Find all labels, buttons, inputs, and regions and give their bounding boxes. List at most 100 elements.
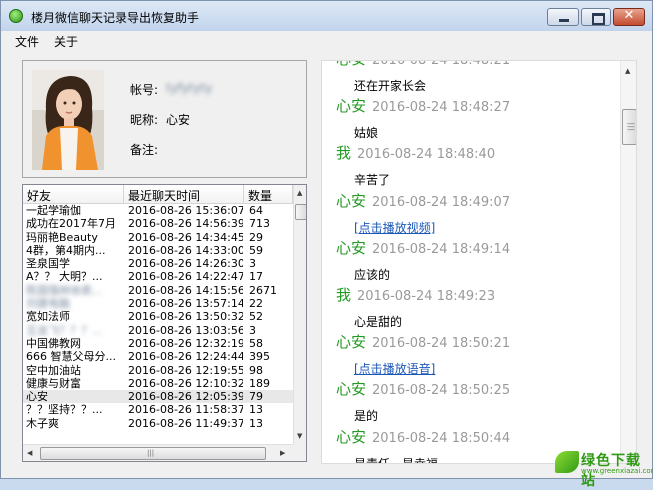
contact-name: 4群，第4期内... [26, 243, 106, 257]
chat-message: 心安 2016-08-24 18:50:25 是的 [336, 378, 626, 424]
message-text: 是的 [354, 409, 379, 424]
chat-message: 我 2016-08-24 18:48:40 辛苦了 [336, 142, 626, 188]
message-sender: 我 [336, 144, 352, 163]
table-row[interactable]: 木子爽 2016-08-26 11:49:37 13 [23, 417, 293, 430]
minimize-icon [559, 19, 569, 22]
contact-name: 木子爽 [26, 416, 59, 430]
message-text: 应该的 [354, 267, 391, 282]
message-timestamp: 2016-08-24 18:48:27 [372, 100, 511, 116]
menu-file[interactable]: 文件 [15, 33, 39, 50]
chat-panel[interactable]: 心安2016-08-24 18:48:21还在开家长会心安2016-08-24 … [321, 60, 637, 464]
contact-name: 健康与财富 [26, 376, 81, 390]
message-text: 姑娘 [354, 126, 379, 141]
chat-vscrollbar[interactable]: ▲ — — — [620, 61, 636, 463]
message-timestamp: 2016-08-24 18:49:23 [357, 289, 496, 304]
menu-bar: 文件 关于 [1, 31, 652, 51]
contact-message-count: 13 [249, 403, 263, 417]
contact-last-chat-time: 2016-08-26 14:26:30 [128, 257, 243, 271]
table-row[interactable]: 成功在2017年7月 2016-08-26 14:56:39 713 [23, 217, 293, 230]
contact-message-count: 3 [249, 323, 256, 337]
contact-name: A？？ 大明？... [26, 270, 103, 284]
contact-list-vscrollbar[interactable]: ▲ ▼ [293, 185, 306, 444]
column-header-last-chat[interactable]: 最近聊天时间 [124, 185, 244, 204]
contact-message-count: 13 [249, 416, 263, 430]
media-play-link[interactable]: [点击播放视频] [354, 219, 626, 236]
contact-message-count: 395 [249, 350, 270, 364]
table-row[interactable]: 中国佛教网 2016-08-26 12:32:19 58 [23, 337, 293, 350]
contact-last-chat-time: 2016-08-26 14:34:45 [128, 230, 243, 244]
media-play-link[interactable]: [点击播放语音] [354, 360, 626, 377]
contact-last-chat-time: 2016-08-26 11:49:37 [128, 416, 243, 430]
grip-icon: ||| [147, 449, 155, 457]
nickname-label: 昵称: [130, 113, 159, 127]
table-row[interactable]: 刘建电脑 2016-08-26 13:57:14 22 [23, 297, 293, 310]
contact-message-count: 98 [249, 363, 263, 377]
message-text: 心是甜的 [354, 315, 403, 329]
table-row[interactable]: 心安 2016-08-26 12:05:39 79 [23, 390, 293, 404]
message-header: 心安 2016-08-24 18:49:14 [336, 237, 626, 258]
table-row[interactable]: 宽如法师 2016-08-26 13:50:32 52 [23, 310, 293, 323]
message-text: 辛苦了 [354, 173, 391, 188]
message-timestamp: 2016-08-24 18:48:40 [357, 147, 496, 163]
contact-name: 圣泉国学 [26, 257, 70, 271]
table-row[interactable]: 666 智慧父母分... 2016-08-26 12:24:44 395 [23, 350, 293, 363]
contact-message-count: 59 [249, 243, 263, 257]
message-timestamp: 2016-08-24 18:50:25 [372, 383, 511, 399]
contact-name: 一起学瑜伽 [26, 204, 81, 217]
chat-vscroll-thumb[interactable]: — — — [622, 109, 636, 145]
account-label: 帐号: [130, 83, 159, 97]
contact-hscroll-thumb[interactable]: ||| [40, 447, 266, 460]
scroll-right-icon[interactable]: ▶ [280, 449, 285, 457]
contact-list[interactable]: 好友 最近聊天时间 数量 一起学瑜伽 2016-08-26 15:36:07 64 成… [22, 184, 307, 462]
table-row[interactable]: 玛丽艳Beauty 2016-08-26 14:34:45 29 [23, 231, 293, 244]
contact-last-chat-time: 2016-08-26 13:50:32 [128, 310, 243, 324]
contact-rows: 一起学瑜伽 2016-08-26 15:36:07 64 成功在2017年7月 2016… [23, 204, 293, 430]
contact-vscroll-thumb[interactable] [295, 204, 306, 220]
maximize-button[interactable] [581, 8, 611, 26]
message-timestamp: 2016-08-24 18:49:07 [372, 194, 511, 210]
chat-message: 我 2016-08-24 18:49:23 心是甜的 [336, 284, 626, 330]
message-sender: 心安 [336, 61, 366, 68]
table-row[interactable]: 空中加油站 2016-08-26 12:19:55 98 [23, 364, 293, 377]
table-row[interactable]: 圣泉国学 2016-08-26 14:26:30 3 [23, 257, 293, 270]
table-row[interactable]: 4群，第4期内... 2016-08-26 14:33:00 59 [23, 244, 293, 257]
menu-about[interactable]: 关于 [54, 33, 78, 50]
scroll-down-icon[interactable]: ▼ [297, 432, 302, 440]
title-bar[interactable]: 楼月微信聊天记录导出恢复助手 ✕ [1, 1, 652, 31]
note-label: 备注: [130, 143, 159, 157]
contact-message-count: 58 [249, 336, 263, 350]
contact-last-chat-time: 2016-08-26 13:03:56 [128, 323, 243, 337]
scroll-left-icon[interactable]: ◀ [27, 449, 32, 457]
chat-scroll-up-icon[interactable]: ▲ [625, 67, 630, 75]
table-row[interactable]: ？？坚持？？... 2016-08-26 11:58:37 13 [23, 403, 293, 416]
profile-panel: 帐号: tyfytyty 昵称: 心安 备注: [22, 60, 307, 178]
scroll-up-icon[interactable]: ▲ [297, 189, 302, 197]
contact-name: 中国佛教网 [26, 336, 81, 350]
nickname-value: 心安 [166, 113, 191, 127]
column-header-friend[interactable]: 好友 [23, 185, 124, 204]
message-sender: 心安 [336, 97, 367, 116]
minimize-button[interactable] [547, 8, 579, 26]
contact-last-chat-time: 2016-08-26 14:22:47 [128, 270, 243, 284]
contact-last-chat-time: 2016-08-26 12:19:55 [128, 363, 243, 377]
table-row[interactable]: 陈国强林徐卖... 2016-08-26 14:15:56 2671 [23, 284, 293, 297]
contact-message-count: 22 [249, 297, 263, 311]
contact-list-hscrollbar[interactable]: ◀ ||| ▶ [23, 444, 293, 461]
message-sender: 心安 [336, 238, 367, 257]
contact-last-chat-time: 2016-08-26 12:10:32 [128, 376, 243, 390]
chat-message: 心安 2016-08-24 18:48:27 姑娘 [336, 95, 626, 141]
chat-message: 心安 2016-08-24 18:49:07 [点击播放视频] [336, 190, 626, 236]
table-row[interactable]: 王龙飞？？？... 2016-08-26 13:03:56 3 [23, 324, 293, 337]
table-row[interactable]: 健康与财富 2016-08-26 12:10:32 189 [23, 377, 293, 390]
table-row[interactable]: A？？ 大明？... 2016-08-26 14:22:47 17 [23, 270, 293, 283]
contact-name: 宽如法师 [26, 310, 70, 324]
message-header: 心安 2016-08-24 18:50:21 [336, 331, 626, 352]
message-sender: 心安 [336, 427, 367, 446]
column-header-count[interactable]: 数量 [244, 185, 293, 204]
message-sender: 心安 [336, 333, 367, 352]
maximize-icon [592, 13, 605, 25]
table-row[interactable]: 一起学瑜伽 2016-08-26 15:36:07 64 [23, 204, 293, 217]
close-button[interactable]: ✕ [613, 8, 645, 26]
chat-message: 心安 2016-08-24 18:49:14 应该的 [336, 237, 626, 283]
leaf-icon [555, 451, 579, 473]
